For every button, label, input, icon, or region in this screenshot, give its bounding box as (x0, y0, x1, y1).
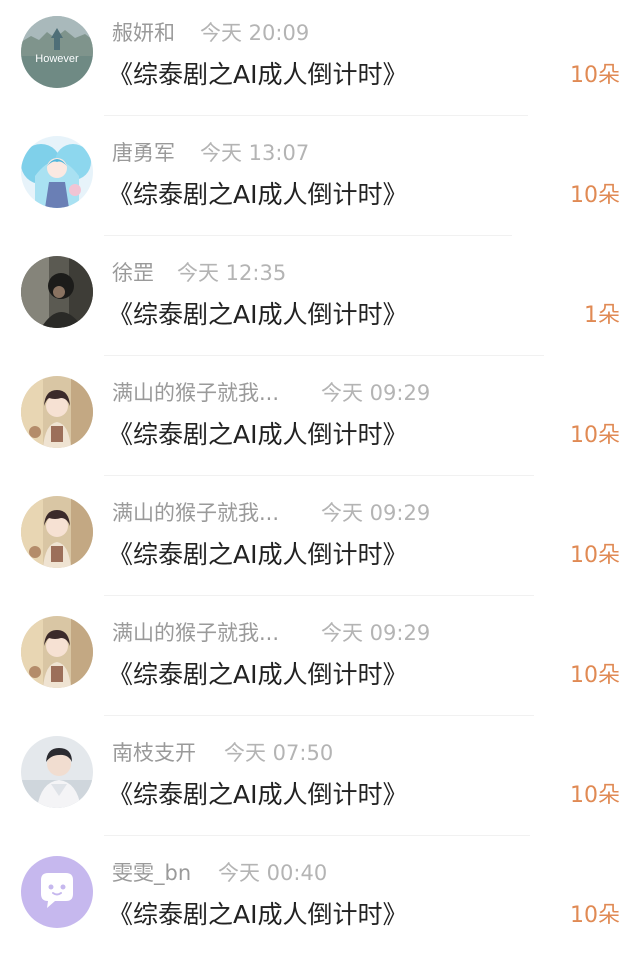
timestamp: 今天 20:09 (200, 21, 310, 45)
timestamp: 今天 07:50 (224, 741, 334, 765)
username[interactable]: 唐勇军 (112, 138, 175, 168)
gift-amount: 10朵 (570, 183, 620, 208)
gift-row[interactable]: 满山的猴子就我... 今天 09:29 《综泰剧之AI成人倒计时》 10朵 (0, 600, 640, 720)
gift-row[interactable]: However 赧妍和 今天 20:09 《综泰剧之AI成人倒计时》 10朵 (0, 0, 640, 120)
username[interactable]: 徐罡 (112, 258, 154, 288)
gift-amount: 10朵 (570, 63, 620, 88)
avatar-logo-text: However (35, 53, 79, 65)
default-chat-avatar-icon (21, 856, 93, 928)
avatar[interactable] (21, 496, 93, 568)
gift-row[interactable]: 南枝支开 今天 07:50 《综泰剧之AI成人倒计时》 10朵 (0, 720, 640, 840)
gift-amount: 10朵 (570, 903, 620, 928)
timestamp: 今天 09:29 (321, 501, 431, 525)
timestamp: 今天 12:35 (177, 261, 287, 285)
anime-boy-avatar-icon (21, 376, 93, 448)
gift-row[interactable]: 唐勇军 今天 13:07 《综泰剧之AI成人倒计时》 10朵 (0, 120, 640, 240)
username[interactable]: 雯雯_bn (112, 858, 191, 888)
avatar[interactable] (21, 736, 93, 808)
gift-row[interactable]: 满山的猴子就我... 今天 09:29 《综泰剧之AI成人倒计时》 10朵 (0, 480, 640, 600)
avatar[interactable]: However (21, 16, 93, 88)
username[interactable]: 满山的猴子就我... (112, 498, 279, 528)
divider (104, 475, 534, 476)
avatar[interactable] (21, 136, 93, 208)
book-title[interactable]: 《综泰剧之AI成人倒计时》 (108, 56, 407, 94)
timestamp: 今天 09:29 (321, 621, 431, 645)
book-title[interactable]: 《综泰剧之AI成人倒计时》 (108, 536, 407, 574)
book-title[interactable]: 《综泰剧之AI成人倒计时》 (108, 656, 407, 694)
divider (104, 715, 534, 716)
gift-row[interactable]: 徐罡 今天 12:35 《综泰剧之AI成人倒计时》 1朵 (0, 240, 640, 360)
username[interactable]: 赧妍和 (112, 18, 175, 48)
avatar[interactable] (21, 256, 93, 328)
photo-avatar-icon (21, 256, 93, 328)
portrait-avatar-icon (21, 736, 93, 808)
anime-girl-avatar-icon (21, 136, 93, 208)
however-avatar-icon: However (21, 16, 93, 88)
gift-row[interactable]: 满山的猴子就我... 今天 09:29 《综泰剧之AI成人倒计时》 10朵 (0, 360, 640, 480)
username[interactable]: 满山的猴子就我... (112, 378, 279, 408)
username[interactable]: 满山的猴子就我... (112, 618, 279, 648)
username[interactable]: 南枝支开 (112, 738, 196, 768)
book-title[interactable]: 《综泰剧之AI成人倒计时》 (108, 176, 407, 214)
gift-row[interactable]: 雯雯_bn 今天 00:40 《综泰剧之AI成人倒计时》 10朵 (0, 840, 640, 960)
divider (104, 835, 530, 836)
book-title[interactable]: 《综泰剧之AI成人倒计时》 (108, 776, 407, 814)
gift-amount: 10朵 (570, 423, 620, 448)
gift-amount: 10朵 (570, 783, 620, 808)
anime-boy-avatar-icon (21, 496, 93, 568)
timestamp: 今天 00:40 (218, 861, 328, 885)
avatar[interactable] (21, 376, 93, 448)
divider (104, 115, 528, 116)
gift-list: However 赧妍和 今天 20:09 《综泰剧之AI成人倒计时》 10朵 唐… (0, 0, 640, 958)
timestamp: 今天 13:07 (200, 141, 310, 165)
gift-amount: 10朵 (570, 543, 620, 568)
book-title[interactable]: 《综泰剧之AI成人倒计时》 (108, 296, 407, 334)
divider (104, 355, 544, 356)
book-title[interactable]: 《综泰剧之AI成人倒计时》 (108, 896, 407, 934)
anime-boy-avatar-icon (21, 616, 93, 688)
avatar[interactable] (21, 856, 93, 928)
timestamp: 今天 09:29 (321, 381, 431, 405)
gift-amount: 10朵 (570, 663, 620, 688)
divider (104, 235, 512, 236)
book-title[interactable]: 《综泰剧之AI成人倒计时》 (108, 416, 407, 454)
gift-amount: 1朵 (584, 303, 620, 328)
divider (104, 595, 534, 596)
avatar[interactable] (21, 616, 93, 688)
